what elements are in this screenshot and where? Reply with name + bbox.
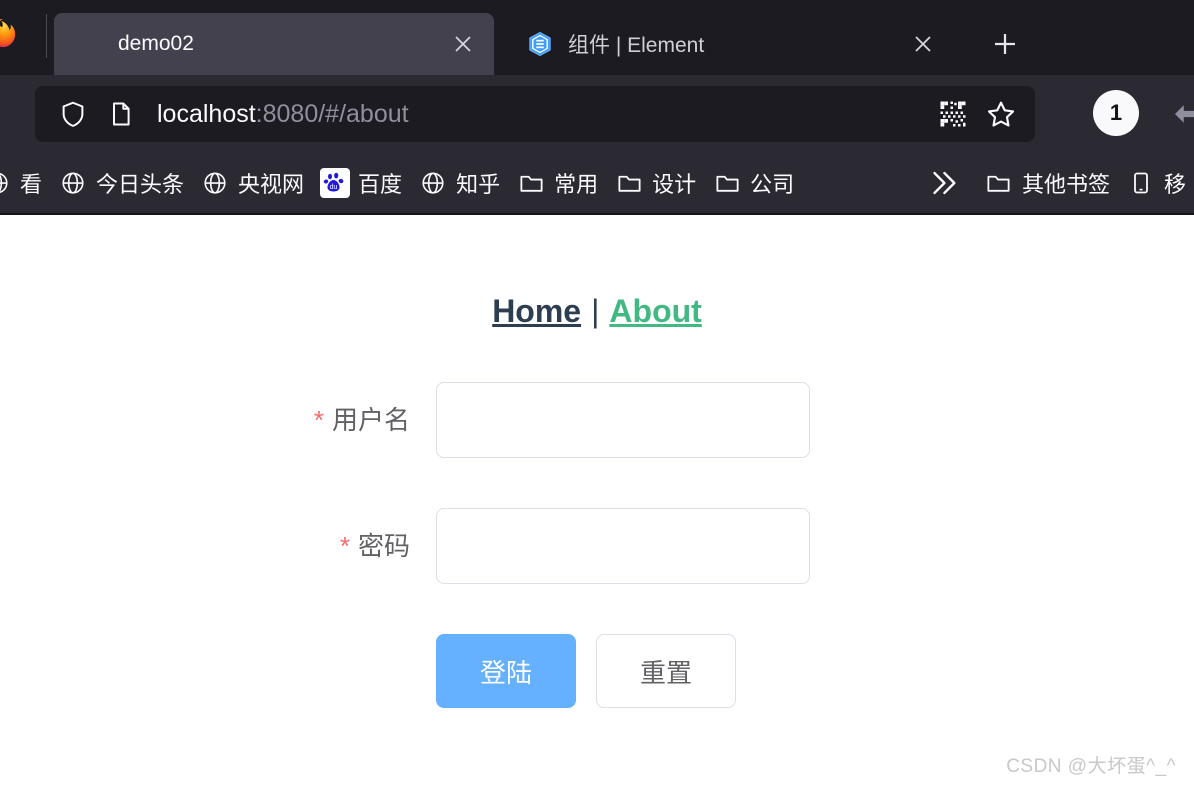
star-icon[interactable] <box>977 90 1025 138</box>
bookmark-item-cctv[interactable]: 央视网 <box>192 161 312 205</box>
router-nav: Home | About <box>0 215 1194 330</box>
container-badge[interactable]: 1 <box>1093 90 1139 136</box>
bookmark-label: 常用 <box>554 172 599 197</box>
bookmark-item-toutiao[interactable]: 今日头条 <box>50 161 192 205</box>
new-tab-button[interactable] <box>982 21 1028 67</box>
folder-icon <box>984 168 1014 198</box>
folder-icon <box>614 168 644 198</box>
form-label-username: * 用户名 <box>0 382 436 458</box>
bookmark-item-baidu[interactable]: du 百度 <box>312 161 410 205</box>
nav-link-home[interactable]: Home <box>490 293 583 329</box>
tab-title: demo02 <box>118 32 194 55</box>
username-input[interactable] <box>436 382 810 458</box>
form-label-text: 用户名 <box>331 405 410 435</box>
watermark: CSDN @大坏蛋^_^ <box>1006 756 1176 777</box>
mobile-icon <box>1126 168 1156 198</box>
page-viewport: Home | About * 用户名 * 密码 登陆 重置 CSDN @大坏蛋^_^ <box>0 215 1194 790</box>
globe-icon <box>418 168 448 198</box>
blank-page-icon <box>76 30 104 58</box>
form-control-password <box>436 508 810 584</box>
bookmark-folder-mobile[interactable]: 移 <box>1118 161 1194 205</box>
qr-code-icon[interactable] <box>929 90 977 138</box>
folder-icon <box>516 168 546 198</box>
required-asterisk: * <box>313 405 324 435</box>
bookmark-item[interactable]: 看 <box>0 161 50 205</box>
form-label-text: 密码 <box>357 531 410 561</box>
bookmark-folder-gongsi[interactable]: 公司 <box>704 161 802 205</box>
bookmarks-toolbar: 看 今日头条 央视网 du 百度 知乎 常用 设计 公司 其他书签 移 <box>0 153 1194 213</box>
nav-link-about[interactable]: About <box>607 293 703 329</box>
form-item-password: * 密码 <box>0 508 1194 584</box>
arrow-left-icon[interactable] <box>1170 99 1194 134</box>
form-item-actions: 登陆 重置 <box>0 634 1194 708</box>
form-label-password: * 密码 <box>0 508 436 584</box>
bookmark-item-zhihu[interactable]: 知乎 <box>410 161 508 205</box>
shield-icon[interactable] <box>49 90 97 138</box>
tab-title: 组件 | Element <box>568 34 705 57</box>
form-item-username: * 用户名 <box>0 382 1194 458</box>
globe-icon <box>58 168 88 198</box>
folder-icon <box>712 168 742 198</box>
bookmark-label: 百度 <box>358 172 403 197</box>
tab-strip: demo02 组件 | Element <box>0 0 1194 75</box>
bookmark-label: 设计 <box>652 172 697 197</box>
bookmark-label: 公司 <box>750 172 795 197</box>
form-control-username <box>436 382 810 458</box>
browser-tab-element[interactable]: 组件 | Element <box>504 13 954 75</box>
tab-close-icon[interactable] <box>446 27 480 61</box>
url-bar[interactable]: localhost:8080/#/about <box>35 86 1035 142</box>
reset-button[interactable]: 重置 <box>596 634 736 708</box>
url-host: localhost <box>157 99 256 128</box>
page-icon[interactable] <box>97 90 145 138</box>
globe-icon <box>200 168 230 198</box>
element-ui-icon <box>526 30 554 58</box>
svg-text:du: du <box>330 184 338 191</box>
tab-close-icon[interactable] <box>906 27 940 61</box>
required-asterisk: * <box>339 531 350 561</box>
bookmark-label: 今日头条 <box>96 172 185 197</box>
nav-separator: | <box>591 293 600 329</box>
navigation-toolbar: localhost:8080/#/about 1 <box>0 75 1194 153</box>
baidu-icon: du <box>320 168 351 198</box>
urlbar-actions <box>929 90 1035 138</box>
browser-tab-demo02[interactable]: demo02 <box>54 13 494 75</box>
bookmark-folder-other[interactable]: 其他书签 <box>976 161 1118 205</box>
password-input[interactable] <box>436 508 810 584</box>
form-button-group: 登陆 重置 <box>436 634 810 708</box>
login-form: * 用户名 * 密码 登陆 重置 <box>0 382 1194 708</box>
login-button[interactable]: 登陆 <box>436 634 576 708</box>
double-chevron-right-icon[interactable] <box>910 166 976 200</box>
bookmark-label: 其他书签 <box>1021 172 1110 197</box>
bookmark-label: 看 <box>20 172 43 197</box>
bookmark-folder-sheji[interactable]: 设计 <box>606 161 704 205</box>
firefox-logo-icon <box>0 18 18 48</box>
bookmark-label: 移 <box>1163 172 1186 197</box>
bookmark-label: 央视网 <box>238 172 305 197</box>
browser-chrome: demo02 组件 | Element localhost:8080/#/abo… <box>0 0 1194 215</box>
url-text[interactable]: localhost:8080/#/about <box>157 100 929 129</box>
bookmark-folder-changyong[interactable]: 常用 <box>508 161 606 205</box>
bookmark-label: 知乎 <box>456 172 501 197</box>
url-path: :8080/#/about <box>255 99 409 128</box>
globe-icon <box>0 168 12 198</box>
tab-strip-divider <box>46 14 47 58</box>
